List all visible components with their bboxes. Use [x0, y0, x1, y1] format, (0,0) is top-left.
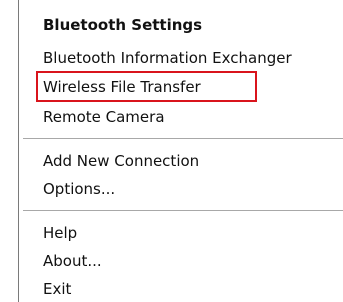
menu-item-bluetooth-settings[interactable]: Bluetooth Settings: [43, 12, 202, 38]
context-menu: Bluetooth Settings Bluetooth Information…: [18, 0, 343, 302]
menu-separator: [23, 210, 343, 212]
menu-separator: [23, 138, 343, 140]
menu-item-about[interactable]: About...: [43, 248, 102, 274]
menu-item-exit[interactable]: Exit: [43, 276, 71, 302]
menu-item-add-new-connection[interactable]: Add New Connection: [43, 148, 199, 174]
menu-item-remote-camera[interactable]: Remote Camera: [43, 104, 165, 130]
menu-item-wireless-file-transfer[interactable]: Wireless File Transfer: [43, 74, 201, 100]
menu-item-options[interactable]: Options...: [43, 176, 115, 202]
menu-item-bluetooth-information-exchanger[interactable]: Bluetooth Information Exchanger: [43, 45, 292, 71]
menu-item-help[interactable]: Help: [43, 220, 77, 246]
